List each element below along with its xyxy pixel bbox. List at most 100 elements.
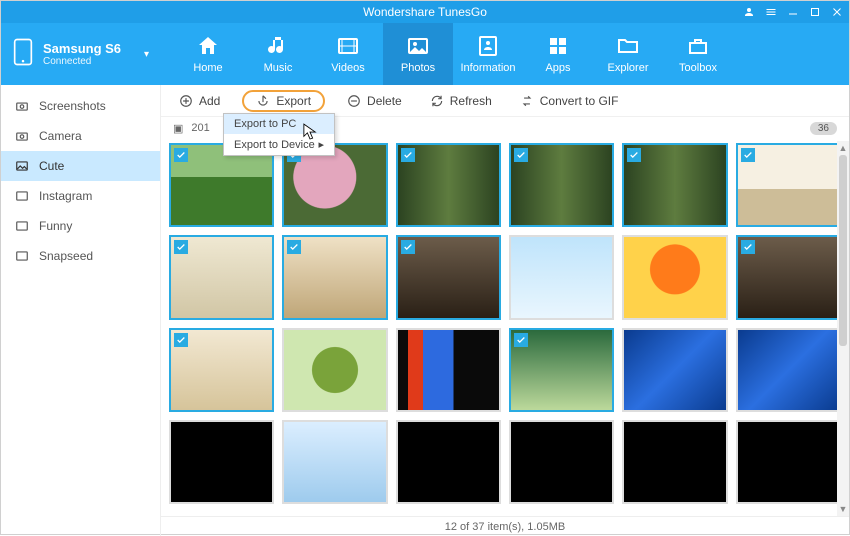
video-icon [336,34,360,58]
export-to-device-item[interactable]: Export to Device ▸ [224,134,334,155]
tool-label: Refresh [450,94,492,108]
nav-toolbox[interactable]: Toolbox [663,23,733,85]
nav-label: Videos [331,62,364,74]
refresh-button[interactable]: Refresh [424,92,498,110]
export-to-pc-item[interactable]: Export to PC [224,114,334,134]
nav-music[interactable]: Music [243,23,313,85]
tool-label: Delete [367,94,402,108]
content-pane: Add Export Delete Refresh Convert to GIF [161,85,849,536]
checkbox-checked-icon[interactable] [174,240,188,254]
sidebar-item-label: Instagram [39,189,92,203]
scroll-thumb[interactable] [839,155,847,346]
device-name: Samsung S6 [43,41,134,56]
thumbnail[interactable] [736,143,841,227]
nav-information[interactable]: Information [453,23,523,85]
checkbox-checked-icon[interactable] [174,148,188,162]
refresh-icon [430,94,444,108]
thumbnail[interactable] [509,420,614,504]
sidebar-item-label: Camera [39,129,82,143]
checkbox-checked-icon[interactable] [741,148,755,162]
checkbox-checked-icon[interactable] [401,240,415,254]
thumbnail[interactable] [622,328,727,412]
nav-apps[interactable]: Apps [523,23,593,85]
home-icon [196,34,220,58]
cursor-icon [303,123,317,144]
thumbnail[interactable] [622,143,727,227]
add-button[interactable]: Add [173,92,226,110]
sidebar-item-label: Screenshots [39,99,106,113]
thumbnail[interactable] [396,143,501,227]
thumbnail[interactable] [736,420,841,504]
sidebar-item-cute[interactable]: Cute [1,151,160,181]
photos-icon [406,34,430,58]
image-icon [15,159,29,173]
thumbnail-grid [169,143,841,504]
sidebar-item-screenshots[interactable]: Screenshots [1,91,160,121]
checkbox-checked-icon[interactable] [741,240,755,254]
thumbnail[interactable] [282,420,387,504]
checkbox-checked-icon[interactable] [174,333,188,347]
checkbox-checked-icon[interactable] [627,148,641,162]
thumbnail[interactable] [736,235,841,319]
dropdown-label: Export to PC [234,118,296,130]
thumbnail[interactable] [396,235,501,319]
chevron-right-icon: ▸ [318,138,324,151]
maximize-icon[interactable] [809,6,821,18]
checkbox-checked-icon[interactable] [287,240,301,254]
nav-label: Information [460,62,515,74]
nav-label: Apps [545,62,570,74]
sidebar-item-camera[interactable]: Camera [1,121,160,151]
chevron-down-icon: ▾ [144,49,149,60]
sidebar-item-snapseed[interactable]: Snapseed [1,241,160,271]
nav-videos[interactable]: Videos [313,23,383,85]
user-icon[interactable] [743,6,755,18]
toolbar: Add Export Delete Refresh Convert to GIF [161,85,849,117]
grid-wrap [161,139,849,516]
thumbnail[interactable] [622,420,727,504]
convert-gif-button[interactable]: Convert to GIF [514,92,625,110]
menu-icon[interactable] [765,6,777,18]
camera-icon [15,99,29,113]
camera-icon [15,129,29,143]
thumbnail[interactable] [282,235,387,319]
thumbnail[interactable] [169,420,274,504]
thumbnail[interactable] [736,328,841,412]
thumbnail[interactable] [396,328,501,412]
checkbox-checked-icon[interactable] [514,148,528,162]
thumbnail[interactable] [622,235,727,319]
delete-button[interactable]: Delete [341,92,408,110]
thumbnail[interactable] [509,143,614,227]
nav-label: Toolbox [679,62,717,74]
thumbnail[interactable] [509,328,614,412]
thumbnail[interactable] [282,328,387,412]
export-button[interactable]: Export [242,90,325,112]
nav-explorer[interactable]: Explorer [593,23,663,85]
thumbnail[interactable] [396,420,501,504]
sidebar-item-funny[interactable]: Funny [1,211,160,241]
export-dropdown: Export to PC Export to Device ▸ [223,113,335,156]
status-text: 12 of 37 item(s), 1.05MB [445,521,565,533]
close-icon[interactable] [831,6,843,18]
nav-label: Home [193,62,222,74]
sidebar-item-instagram[interactable]: Instagram [1,181,160,211]
thumbnail[interactable] [169,328,274,412]
statusbar: 12 of 37 item(s), 1.05MB [161,516,849,536]
device-selector[interactable]: Samsung S6 Connected ▾ [1,23,161,85]
thumbnail[interactable] [169,235,274,319]
scroll-down-icon[interactable]: ▼ [837,502,849,516]
scroll-up-icon[interactable]: ▲ [837,141,849,155]
scrollbar[interactable]: ▲ ▼ [837,141,849,516]
checkbox-checked-icon[interactable] [514,333,528,347]
minimize-icon[interactable] [787,6,799,18]
thumbnail[interactable] [509,235,614,319]
convert-icon [520,94,534,108]
nav-home[interactable]: Home [173,23,243,85]
tool-label: Convert to GIF [540,94,619,108]
nav-photos[interactable]: Photos [383,23,453,85]
checkbox-checked-icon[interactable] [401,148,415,162]
scroll-track[interactable] [839,155,847,502]
contacts-icon [476,34,500,58]
sidebar-item-label: Cute [39,159,64,173]
header: Samsung S6 Connected ▾ Home Music Videos… [1,23,849,85]
image-icon [15,249,29,263]
